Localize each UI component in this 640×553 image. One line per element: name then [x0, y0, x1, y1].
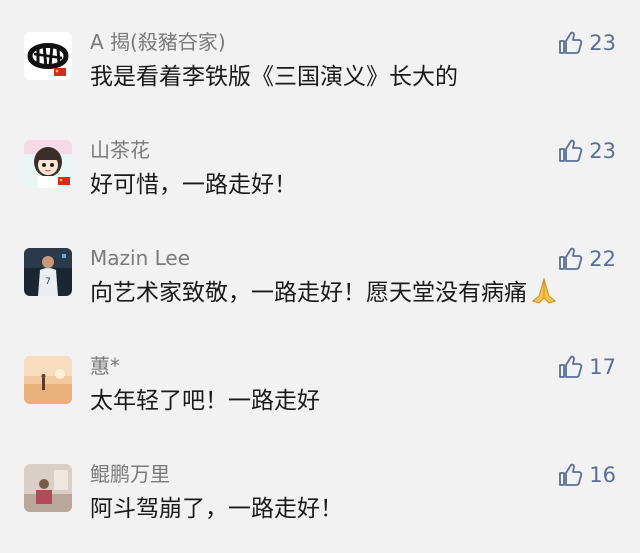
- anime-girl-avatar-icon: [24, 140, 72, 188]
- like-count: 23: [589, 139, 616, 163]
- like-count: 17: [589, 355, 616, 379]
- like-button[interactable]: 23: [557, 28, 616, 58]
- like-button[interactable]: 23: [557, 136, 616, 166]
- comment-text: 阿斗驾崩了，一路走好！: [90, 496, 343, 522]
- comment-text: 好可惜，一路走好！: [90, 172, 297, 198]
- avatar[interactable]: [24, 140, 72, 188]
- comment-nickname[interactable]: 蕙*: [90, 352, 120, 380]
- thumbs-up-icon: [557, 246, 583, 272]
- like-count: 23: [589, 31, 616, 55]
- svg-text:7: 7: [45, 277, 51, 287]
- like-button[interactable]: 16: [557, 460, 616, 490]
- beach-sunset-avatar-icon: [24, 356, 72, 404]
- thumbs-up-icon: [557, 354, 583, 380]
- comment-item: 蕙* 太年轻了吧！一路走好 17: [0, 354, 640, 456]
- comment-item: 7 Mazin Lee 向艺术家致敬，一路走好！愿天堂没有病痛 22: [0, 246, 640, 348]
- comment-nickname[interactable]: Mazin Lee: [90, 244, 190, 272]
- like-button[interactable]: 17: [557, 352, 616, 382]
- folded-hands-emoji: [529, 276, 559, 316]
- comment-list: A 揭(殺豬夻家) 我是看着李铁版《三国演义》长大的 23 山茶花 好可惜，一路…: [0, 0, 640, 553]
- calligraphy-logo-avatar-icon: [24, 32, 72, 80]
- avatar[interactable]: [24, 32, 72, 80]
- like-count: 22: [589, 247, 616, 271]
- like-button[interactable]: 22: [557, 244, 616, 274]
- comment-text: 向艺术家致敬，一路走好！愿天堂没有病痛: [90, 276, 559, 316]
- comment-nickname[interactable]: A 揭(殺豬夻家): [90, 28, 226, 56]
- avatar[interactable]: [24, 356, 72, 404]
- comment-item: 山茶花 好可惜，一路走好！ 23: [0, 138, 640, 240]
- comment-text-content: 向艺术家致敬，一路走好！愿天堂没有病痛: [90, 280, 527, 306]
- comment-text: 太年轻了吧！一路走好: [90, 388, 320, 414]
- comment-nickname[interactable]: 山茶花: [90, 136, 150, 164]
- avatar[interactable]: 7: [24, 248, 72, 296]
- basketball-player-avatar-icon: 7: [24, 248, 72, 296]
- avatar[interactable]: [24, 464, 72, 512]
- comment-text: 我是看着李铁版《三国演义》长大的: [90, 64, 458, 90]
- thumbs-up-icon: [557, 138, 583, 164]
- like-count: 16: [589, 463, 616, 487]
- comment-nickname[interactable]: 鲲鹏万里: [90, 460, 170, 488]
- comment-item: A 揭(殺豬夻家) 我是看着李铁版《三国演义》长大的 23: [0, 30, 640, 132]
- thumbs-up-icon: [557, 462, 583, 488]
- person-room-avatar-icon: [24, 464, 72, 512]
- comment-item: 鲲鹏万里 阿斗驾崩了，一路走好！ 16: [0, 462, 640, 553]
- thumbs-up-icon: [557, 30, 583, 56]
